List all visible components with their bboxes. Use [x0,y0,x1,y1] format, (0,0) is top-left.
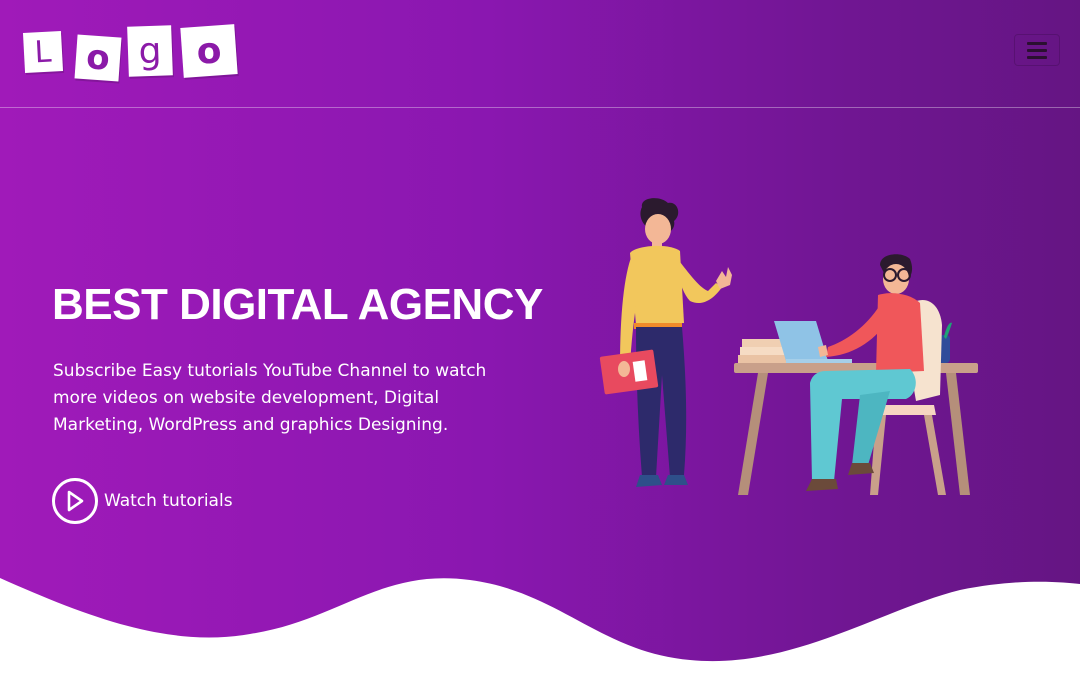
hero-description: Subscribe Easy tutorials YouTube Channel… [53,361,487,435]
hamburger-icon-bar [1027,55,1047,59]
hero-section: L o g o BEST DIGITAL AGENCY Subscribe Ea… [0,0,1080,673]
logo-letter: g [127,25,173,77]
watch-tutorials-link[interactable]: Watch tutorials [52,476,233,526]
standing-person-figure [599,198,732,487]
hamburger-icon [1027,41,1047,45]
menu-toggle-button[interactable] [1014,34,1060,66]
seated-person-figure [806,254,946,495]
logo-letter: o [74,34,122,82]
logo-letter: L [22,31,64,73]
hero-title: BEST DIGITAL AGENCY [52,280,543,329]
logo-letter: o [180,24,238,78]
navbar: L o g o [0,0,1080,108]
play-icon [52,478,98,524]
logo[interactable]: L o g o [22,24,239,82]
wave-divider [0,578,1080,673]
watch-tutorials-label: Watch tutorials [104,491,233,511]
hamburger-icon-bar [1027,48,1047,52]
hero-illustration [599,198,978,495]
